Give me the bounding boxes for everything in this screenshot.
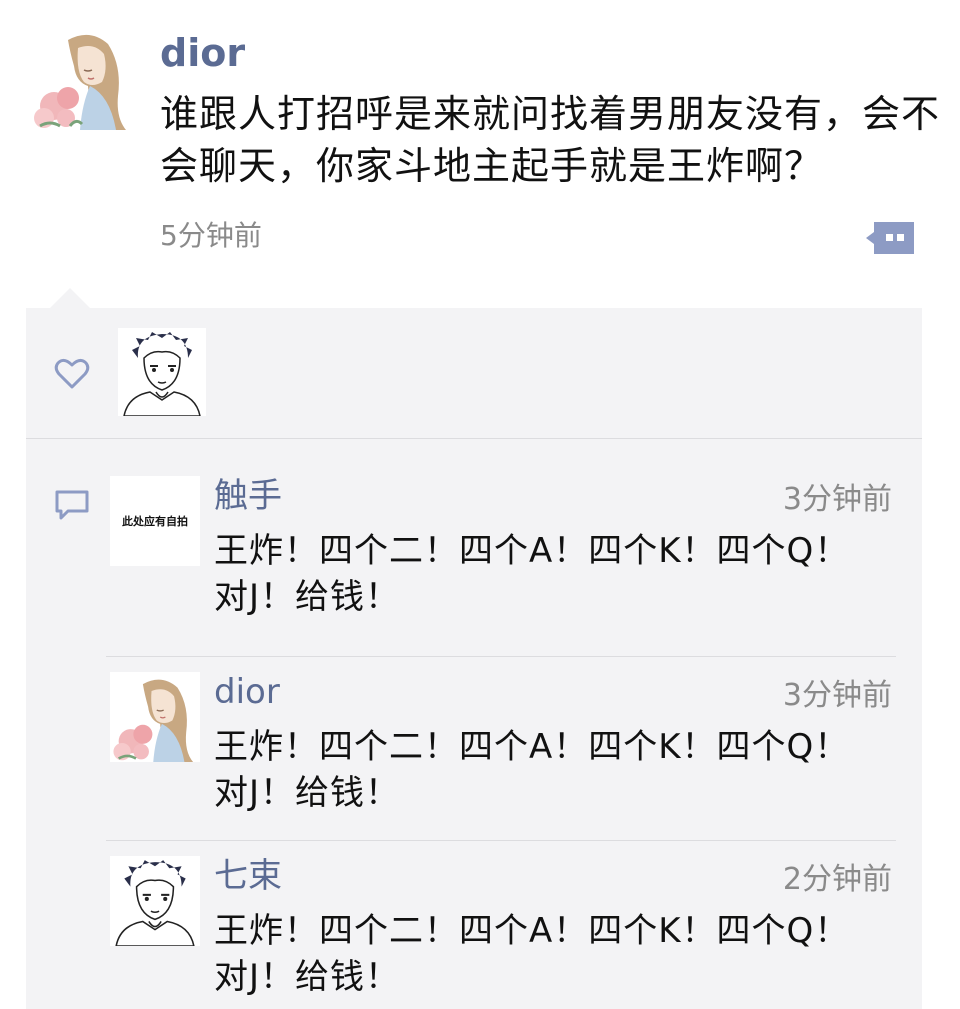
comment-text: 王炸！四个二！四个A！四个K！四个Q！对J！给钱！ — [214, 727, 850, 813]
comment-item[interactable]: 七束 2分钟前 王炸！四个二！四个A！四个K！四个Q！对J！给钱！ — [110, 856, 900, 1006]
like-user-avatar[interactable] — [118, 328, 206, 416]
comment-avatar[interactable]: 此处应有自拍 — [110, 476, 200, 566]
comment-item[interactable]: dior 3分钟前 王炸！四个二！四个A！四个K！四个Q！对J！给钱！ — [110, 672, 900, 832]
comment-text: 王炸！四个二！四个A！四个K！四个Q！对J！给钱！ — [214, 911, 850, 997]
post-text: 谁跟人打招呼是来就问找着男朋友没有，会不会聊天，你家斗地主起手就是王炸啊？ — [160, 92, 941, 188]
comment-author-name[interactable]: 七束 — [214, 856, 282, 896]
heart-icon — [54, 358, 90, 389]
comment-timestamp: 3分钟前 — [782, 482, 892, 517]
post-author-name[interactable]: dior — [160, 30, 245, 76]
more-actions-icon[interactable] — [864, 220, 916, 256]
comment-icon — [55, 490, 89, 520]
comment-avatar[interactable] — [110, 672, 200, 762]
post-timestamp: 5分钟前 — [160, 219, 262, 252]
comment-divider — [106, 840, 896, 841]
comment-timestamp: 3分钟前 — [782, 678, 892, 713]
likes-divider — [26, 438, 922, 439]
comment-divider — [106, 656, 896, 657]
boy-sketch-avatar — [118, 328, 206, 416]
girl-with-flowers-avatar — [110, 672, 200, 762]
post-author-avatar[interactable] — [30, 26, 134, 130]
comment-author-name[interactable]: 触手 — [214, 476, 282, 516]
panel-pointer — [50, 288, 90, 308]
comment-author-name[interactable]: dior — [214, 672, 280, 712]
girl-with-flowers-avatar — [30, 26, 134, 130]
comment-item[interactable]: 此处应有自拍 触手 3分钟前 王炸！四个二！四个A！四个K！四个Q！对J！给钱！ — [110, 476, 900, 636]
comment-avatar[interactable] — [110, 856, 200, 947]
comment-text: 王炸！四个二！四个A！四个K！四个Q！对J！给钱！ — [214, 531, 850, 617]
comment-timestamp: 2分钟前 — [782, 862, 892, 897]
selfie-placeholder-text: 此处应有自拍 — [110, 476, 200, 566]
boy-sketch-avatar — [110, 856, 200, 947]
